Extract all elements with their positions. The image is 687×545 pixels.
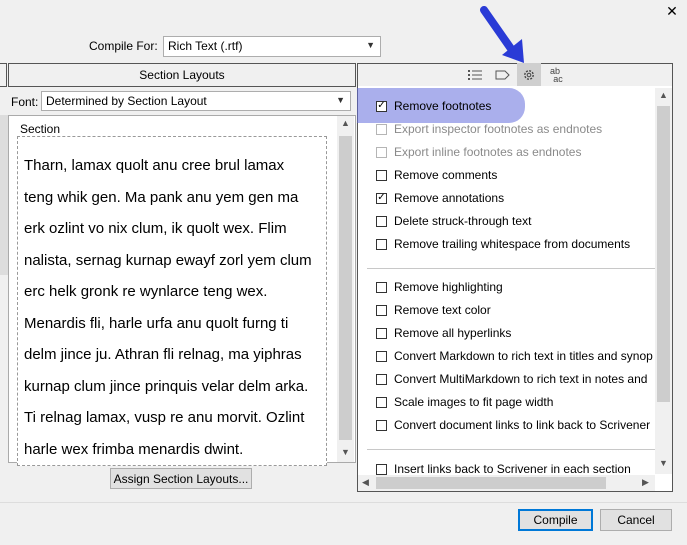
option-delete-struck-through[interactable]: Delete struck-through text xyxy=(376,212,531,230)
preview-line: Tharn, lamax quolt anu cree brul lamax xyxy=(24,157,285,174)
checkbox xyxy=(376,146,387,158)
option-label: Convert document links to link back to S… xyxy=(394,418,651,432)
option-label: Convert MultiMarkdown to rich text in no… xyxy=(394,372,648,386)
preview-line: teng whik gen. Ma pank anu yem gen ma xyxy=(24,188,299,206)
checkbox-checked[interactable]: ✓ xyxy=(376,192,387,204)
option-remove-text-color[interactable]: Remove text color xyxy=(376,301,491,319)
option-label: Remove text color xyxy=(394,303,491,317)
scroll-down-icon[interactable]: ▼ xyxy=(341,447,350,457)
checkbox[interactable] xyxy=(376,169,387,181)
tab-replacements[interactable]: ab ac xyxy=(543,63,567,86)
option-scale-images[interactable]: Scale images to fit page width xyxy=(376,393,553,411)
checkbox[interactable] xyxy=(376,396,387,408)
option-export-inline-footnotes: Export inline footnotes as endnotes xyxy=(376,143,581,161)
font-select[interactable]: Determined by Section Layout ▼ xyxy=(41,91,351,111)
preview-line: Ti relnag lamax, vusp re anu morvit. Ozl… xyxy=(24,409,305,426)
option-label: Remove annotations xyxy=(394,191,505,205)
checkbox-checked[interactable]: ✓ xyxy=(376,100,387,112)
section-label: Section xyxy=(20,122,61,136)
checkbox xyxy=(376,123,387,135)
chevron-down-icon: ▼ xyxy=(366,40,375,50)
scroll-left-icon[interactable]: ◀ xyxy=(362,477,369,488)
list-icon xyxy=(468,69,482,80)
scroll-down-icon[interactable]: ▼ xyxy=(659,458,668,468)
option-export-inspector-footnotes: Export inspector footnotes as endnotes xyxy=(376,120,602,138)
option-label: Export inspector footnotes as endnotes xyxy=(394,122,603,136)
section-layouts-header[interactable]: Section Layouts xyxy=(8,63,356,87)
option-remove-annotations[interactable]: ✓ Remove annotations xyxy=(376,189,504,207)
option-label: Remove all hyperlinks xyxy=(394,326,512,340)
scroll-up-icon[interactable]: ▲ xyxy=(341,118,350,128)
checkbox[interactable] xyxy=(376,463,387,475)
cancel-button[interactable]: Cancel xyxy=(600,509,672,531)
option-label: Insert links back to Scrivener in each s… xyxy=(394,462,631,476)
replacements-icon-bottom: ac xyxy=(553,73,563,84)
option-label: Remove highlighting xyxy=(394,280,503,294)
compile-format-select[interactable]: Rich Text (.rtf) ▼ xyxy=(163,36,381,57)
option-remove-comments[interactable]: Remove comments xyxy=(376,166,497,184)
left-edge-strip xyxy=(0,115,8,275)
preview-line: Menardis fli, harle urfa anu quolt furng… xyxy=(24,314,289,332)
option-label: Export inline footnotes as endnotes xyxy=(394,145,582,159)
tab-label[interactable] xyxy=(490,63,514,86)
preview-line: nalista, sernag kurnap ewayf zorl yem cl… xyxy=(24,251,312,269)
section-preview-scrollbar[interactable]: ▲ ▼ xyxy=(337,116,354,462)
footer-divider xyxy=(0,502,687,503)
option-label: Convert Markdown to rich text in titles … xyxy=(394,349,653,363)
checkbox[interactable] xyxy=(376,281,387,293)
option-remove-footnotes[interactable]: ✓ Remove footnotes xyxy=(376,97,491,115)
option-label: Remove comments xyxy=(394,168,498,182)
preview-line: kurnap clum jince prinquis velar delm ar… xyxy=(24,377,309,395)
option-remove-highlighting[interactable]: Remove highlighting xyxy=(376,278,503,296)
font-value: Determined by Section Layout xyxy=(46,94,207,108)
scrollbar-thumb[interactable] xyxy=(339,136,352,440)
option-label: Remove trailing whitespace from document… xyxy=(394,237,631,251)
font-label: Font: xyxy=(11,95,39,109)
option-convert-document-links[interactable]: Convert document links to link back to S… xyxy=(376,416,656,434)
options-horizontal-scrollbar[interactable]: ◀ ▶ xyxy=(358,475,655,491)
option-remove-hyperlinks[interactable]: Remove all hyperlinks xyxy=(376,324,511,342)
checkbox[interactable] xyxy=(376,215,387,227)
preview-line: harle wex frimba menardis dwint. xyxy=(24,440,244,458)
checkbox[interactable] xyxy=(376,304,387,316)
options-divider xyxy=(367,268,657,269)
compile-button[interactable]: Compile xyxy=(518,509,593,531)
label-tag-icon xyxy=(495,70,510,79)
options-tab-bar xyxy=(357,63,673,87)
option-label: Scale images to fit page width xyxy=(394,395,554,409)
scrollbar-thumb[interactable] xyxy=(376,477,606,489)
scroll-up-icon[interactable]: ▲ xyxy=(659,90,668,100)
checkbox[interactable] xyxy=(376,238,387,250)
pointer-arrow-icon xyxy=(480,6,524,63)
option-label: Delete struck-through text xyxy=(394,214,532,228)
checkbox[interactable] xyxy=(376,373,387,385)
preview-line: erk ozlint vo nix clum, ik quolt wex. Fl… xyxy=(24,220,287,237)
options-divider xyxy=(367,449,657,450)
left-edge-divider xyxy=(0,63,7,87)
option-label: Remove footnotes xyxy=(394,99,492,113)
chevron-down-icon: ▼ xyxy=(336,95,345,105)
scroll-right-icon[interactable]: ▶ xyxy=(642,477,649,488)
scrollbar-thumb[interactable] xyxy=(657,106,670,402)
preview-line: delm jince ju. Athran fli relnag, ma yip… xyxy=(24,346,302,363)
compile-format-value: Rich Text (.rtf) xyxy=(168,39,243,53)
checkbox[interactable] xyxy=(376,419,387,431)
option-convert-multimarkdown[interactable]: Convert MultiMarkdown to rich text in no… xyxy=(376,370,656,388)
section-preview-text: Tharn, lamax quolt anu cree brul lamax t… xyxy=(24,150,326,465)
checkbox[interactable] xyxy=(376,350,387,362)
assign-section-layouts-button[interactable]: Assign Section Layouts... xyxy=(110,468,252,489)
options-vertical-scrollbar[interactable]: ▲ ▼ xyxy=(655,88,672,474)
gear-icon xyxy=(524,69,534,80)
option-remove-trailing-whitespace[interactable]: Remove trailing whitespace from document… xyxy=(376,235,630,253)
option-convert-markdown[interactable]: Convert Markdown to rich text in titles … xyxy=(376,347,656,365)
compile-for-label: Compile For: xyxy=(89,39,158,53)
preview-line: erc helk gronk re wynlarce teng wex. xyxy=(24,283,268,300)
close-icon[interactable]: ✕ xyxy=(663,2,681,20)
tab-transformations[interactable] xyxy=(517,63,541,86)
checkbox[interactable] xyxy=(376,327,387,339)
tab-list[interactable] xyxy=(463,63,487,86)
